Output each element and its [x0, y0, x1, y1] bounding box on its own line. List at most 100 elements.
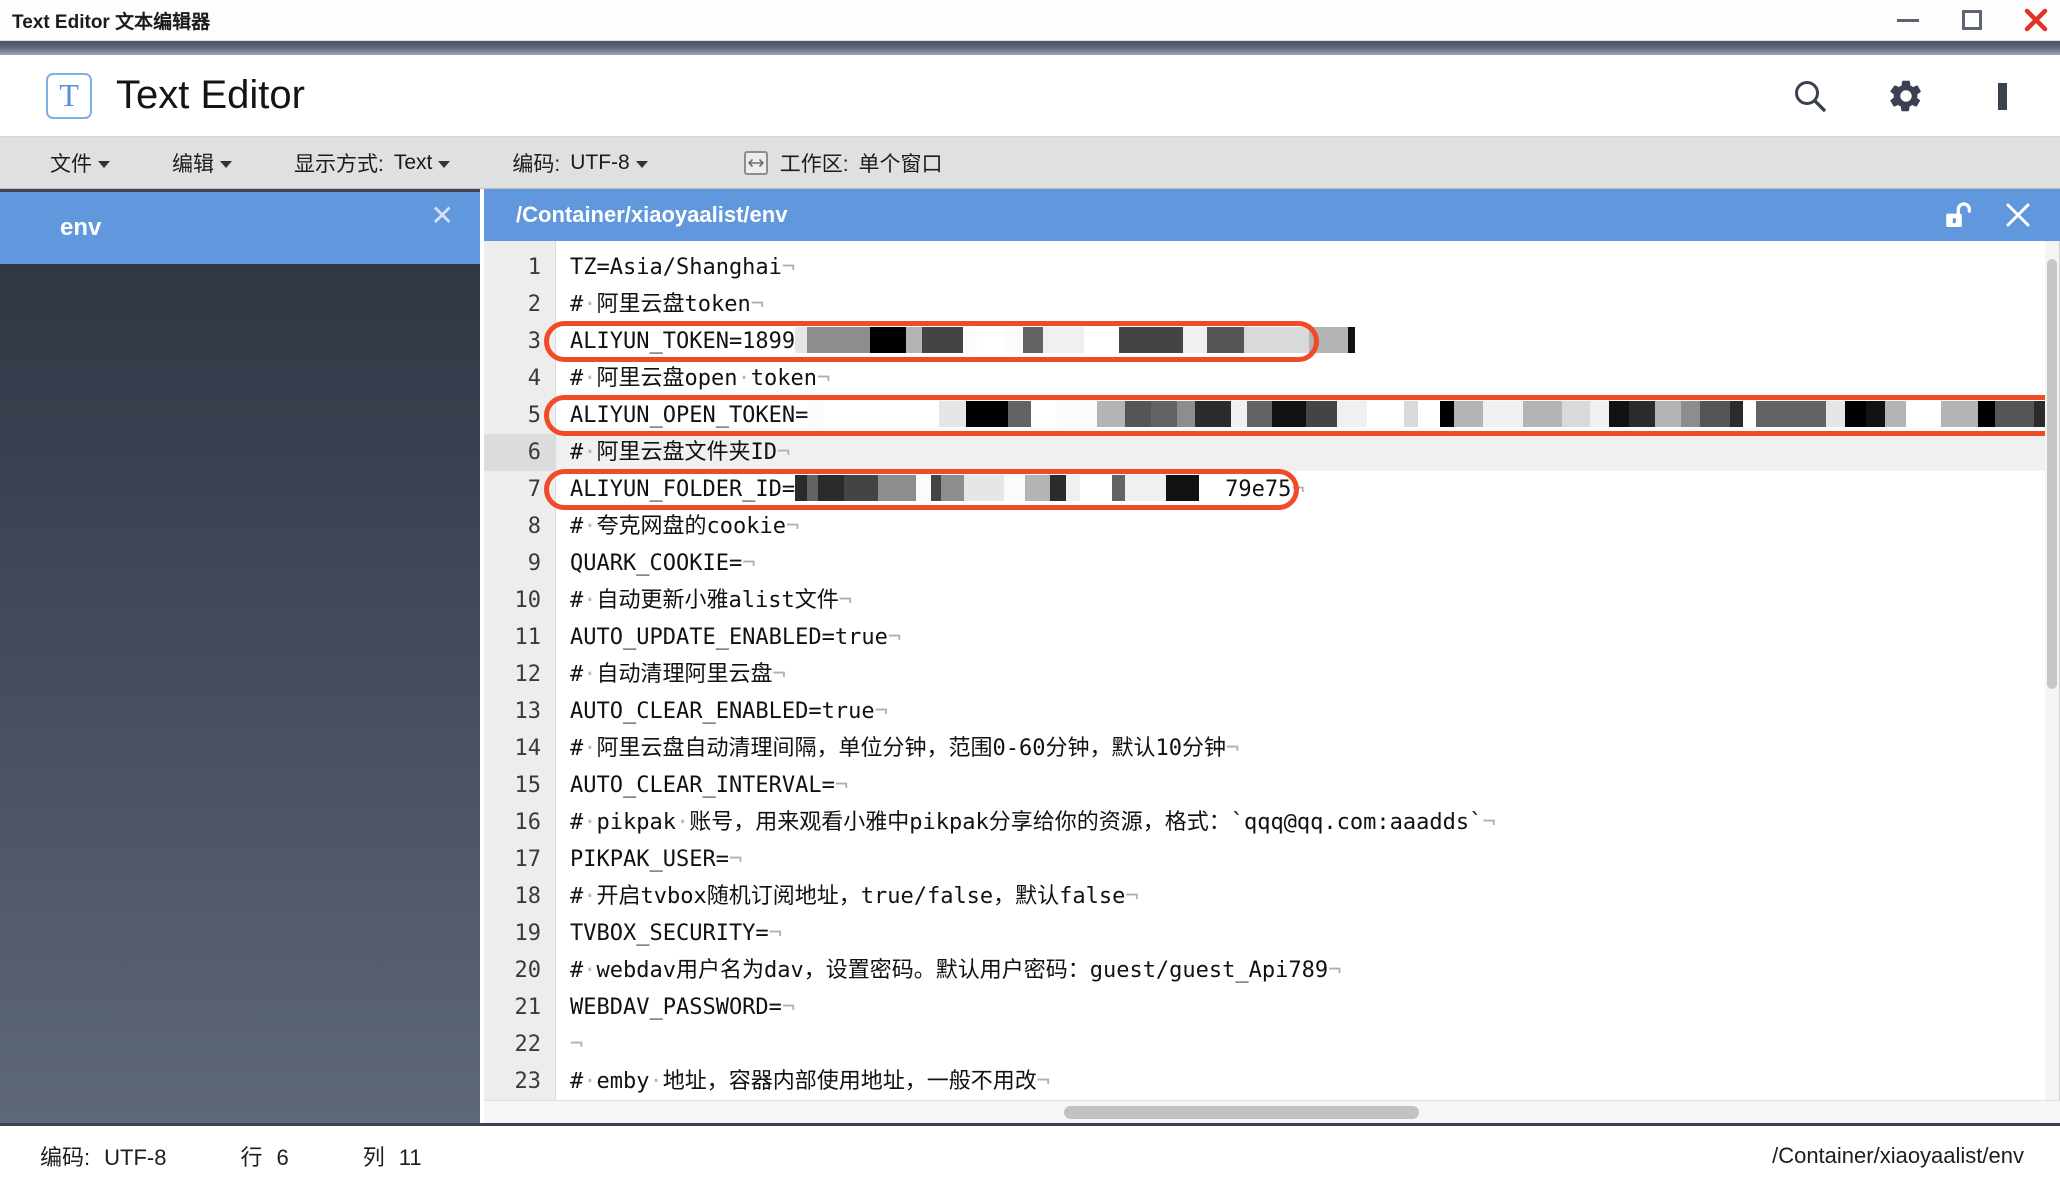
code-line[interactable]: QUARK_COOKIE=¬	[556, 545, 2045, 582]
app-header: T Text Editor	[0, 55, 2060, 137]
horizontal-scrollbar[interactable]	[484, 1100, 2060, 1123]
menu-file[interactable]: 文件	[50, 148, 110, 178]
code-line[interactable]: #·自动更新小雅alist文件¬	[556, 582, 2045, 619]
vertical-scrollbar-thumb[interactable]	[2047, 259, 2057, 689]
window-controls	[1894, 0, 2050, 40]
code-line[interactable]: #·阿里云盘token¬	[556, 286, 2045, 323]
sidebar: env ✕	[0, 189, 480, 1123]
code-line[interactable]: TZ=Asia/Shanghai¬	[556, 249, 2045, 286]
eol-marker-icon: ¬	[816, 366, 831, 391]
code-editor[interactable]: 123456789101112131415161718192021222324 …	[484, 241, 2060, 1100]
close-button[interactable]	[2022, 6, 2050, 34]
sidebar-item-env[interactable]: env ✕	[0, 192, 480, 264]
code-line-text: #·pikpak·账号，用来观看小雅中pikpak分享给你的资源，格式：`qqq…	[570, 810, 1483, 835]
gear-icon	[1890, 80, 1921, 111]
eol-marker-icon: ¬	[728, 847, 743, 872]
code-line-text: ALIYUN_FOLDER_ID=	[570, 477, 796, 502]
code-line-text: #·emby·地址，容器内部使用地址，一般不用改	[570, 1069, 1037, 1094]
code-line[interactable]: AUTO_CLEAR_INTERVAL=¬	[556, 767, 2045, 804]
line-number: 5	[527, 403, 541, 428]
line-number: 10	[514, 588, 542, 613]
line-number: 14	[514, 736, 542, 761]
code-scroll-region: 123456789101112131415161718192021222324 …	[484, 241, 2045, 1100]
status-col-label: 列	[362, 1144, 385, 1170]
vertical-scrollbar[interactable]	[2045, 241, 2059, 1100]
line-number: 8	[527, 514, 541, 539]
header-actions	[1790, 76, 2038, 116]
code-line-text: AUTO_CLEAR_INTERVAL=	[570, 773, 835, 798]
code-line[interactable]: #·自动清理阿里云盘¬	[556, 656, 2045, 693]
code-line[interactable]: ALIYUN_TOKEN=1899	[556, 323, 2045, 360]
encoding-selector[interactable]: 编码: UTF-8	[512, 148, 648, 178]
code-line-text: #·阿里云盘token	[570, 292, 751, 317]
code-line[interactable]: ALIYUN_FOLDER_ID= 79e75¬	[556, 471, 2045, 508]
line-number: 17	[514, 847, 542, 872]
workspace-layout-icon	[743, 150, 768, 175]
encoding-value: UTF-8	[570, 150, 630, 174]
code-line[interactable]: TVBOX_SECURITY=¬	[556, 915, 2045, 952]
status-col-value: 11	[398, 1144, 422, 1170]
sidebar-item-close-icon[interactable]: ✕	[431, 202, 454, 230]
settings-button[interactable]	[1886, 76, 1926, 116]
status-col: 列 11	[363, 1140, 422, 1172]
chevron-down-icon	[98, 161, 110, 168]
code-line[interactable]: #·夸克网盘的cookie¬	[556, 508, 2045, 545]
code-line[interactable]: ¬	[556, 1026, 2045, 1063]
code-line[interactable]: ALIYUN_OPEN_TOKEN=	[556, 397, 2045, 434]
code-line-text: ALIYUN_TOKEN=1899	[570, 329, 796, 354]
workspace-selector[interactable]: 工作区: 单个窗口	[743, 148, 943, 178]
chevron-down-icon	[635, 161, 648, 168]
code-line-text: #·夸克网盘的cookie	[570, 514, 786, 539]
line-number: 4	[527, 366, 541, 391]
eol-marker-icon: ¬	[1328, 958, 1342, 983]
code-line[interactable]: #·阿里云盘自动清理间隔，单位分钟，范围0-60分钟，默认10分钟¬	[556, 730, 2045, 767]
eol-marker-icon: ¬	[570, 1032, 584, 1057]
minimize-icon	[1897, 18, 1919, 22]
code-line-text: AUTO_UPDATE_ENABLED=true	[570, 625, 888, 650]
arrows-horizontal-icon	[747, 158, 764, 167]
window-title-zh: 文本编辑器	[115, 11, 211, 33]
menu-file-label: 文件	[50, 152, 92, 176]
code-content[interactable]: TZ=Asia/Shanghai¬ #·阿里云盘token¬ ALIYUN_TOKE…	[544, 241, 2045, 1100]
line-number: 19	[514, 921, 542, 946]
code-line-text: TZ=Asia/Shanghai	[570, 255, 782, 280]
code-line[interactable]: PIKPAK_USER=¬	[556, 841, 2045, 878]
statusbar: 编码: UTF-8 行6 列 11 /Container/xiaoyaalist/e…	[0, 1123, 2060, 1185]
code-line-text: PIKPAK_USER=	[570, 847, 729, 872]
chevron-down-icon	[438, 161, 451, 168]
code-line-text: TVBOX_SECURITY=	[570, 921, 769, 946]
maximize-button[interactable]	[1958, 6, 1986, 34]
editor-path-bar: /Container/xiaoyaalist/env	[484, 189, 2060, 241]
minimize-button[interactable]	[1894, 6, 1922, 34]
code-line[interactable]: #·阿里云盘open·token¬	[556, 360, 2045, 397]
line-number: 13	[514, 699, 542, 724]
unlock-button[interactable]	[1942, 198, 1976, 232]
code-line[interactable]: #·webdav用户名为dav，设置密码。默认用户密码：guest/guest_…	[556, 952, 2045, 989]
more-options-button[interactable]	[1982, 76, 2022, 116]
code-line[interactable]: WEBDAV_PASSWORD=¬	[556, 989, 2045, 1026]
menu-edit[interactable]: 编辑	[172, 148, 232, 178]
code-line[interactable]: #·emby·地址，容器内部使用地址，一般不用改¬	[556, 1063, 2045, 1100]
eol-marker-icon: ¬	[834, 773, 849, 798]
eol-marker-icon: ¬	[781, 995, 796, 1020]
chevron-down-icon	[220, 161, 232, 168]
code-line[interactable]: #·阿里云盘文件夹ID¬	[556, 434, 2045, 471]
line-number: 9	[527, 551, 541, 576]
close-icon	[2024, 8, 2048, 32]
code-line[interactable]: AUTO_CLEAR_ENABLED=true¬	[556, 693, 2045, 730]
search-button[interactable]	[1790, 76, 1830, 116]
line-number: 12	[514, 662, 542, 687]
code-line[interactable]: AUTO_UPDATE_ENABLED=true¬	[556, 619, 2045, 656]
menubar: 文件 编辑 显示方式: Text 编码: UTF-8 工作区: 单个窗口	[0, 137, 2060, 189]
eol-marker-icon: ¬	[887, 625, 902, 650]
view-mode-selector[interactable]: 显示方式: Text	[294, 148, 451, 178]
eol-marker-icon: ¬	[1291, 477, 1305, 502]
horizontal-scrollbar-thumb[interactable]	[1064, 1106, 1419, 1119]
code-line[interactable]: #·pikpak·账号，用来观看小雅中pikpak分享给你的资源，格式：`qqq…	[556, 804, 2045, 841]
line-number: 20	[514, 958, 542, 983]
eol-marker-icon: ¬	[750, 292, 764, 317]
editor-close-button[interactable]	[2002, 199, 2034, 231]
code-line[interactable]: #·开启tvbox随机订阅地址，true/false，默认false¬	[556, 878, 2045, 915]
code-line-text: ALIYUN_OPEN_TOKEN=	[570, 403, 809, 428]
status-row-value: 6	[276, 1144, 289, 1170]
